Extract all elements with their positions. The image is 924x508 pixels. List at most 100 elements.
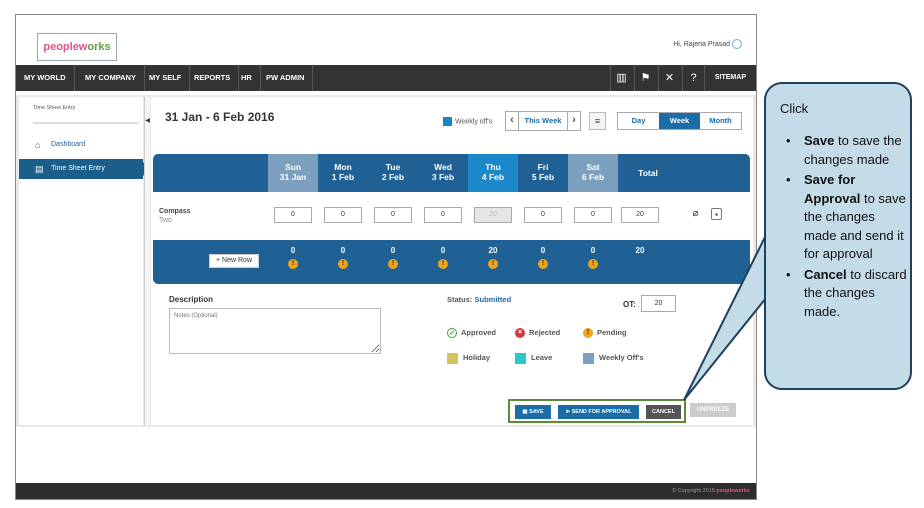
list-view-icon[interactable]: ≡ — [589, 112, 606, 130]
logo-text: peoplew — [43, 41, 88, 53]
sidebar-title: Time Sheet Entry — [33, 105, 76, 111]
view-month-button[interactable]: Month — [700, 113, 741, 129]
day-name: Fri — [537, 162, 549, 172]
legend-label: Holiday — [463, 353, 491, 362]
content-area: Time Sheet Entry ⌂ Dashboard ▤ Time Shee… — [16, 95, 756, 427]
weekly-off-label: Weekly off's — [455, 118, 493, 126]
cancel-button[interactable]: CANCEL — [646, 405, 681, 419]
user-greeting[interactable]: Hi, Rajena Prasad — [673, 41, 730, 48]
copyright-text: © Copyright 2016 — [671, 488, 715, 494]
save-button[interactable]: ▣ SAVE — [515, 405, 551, 419]
day-total-value: 0 — [590, 246, 596, 255]
nav-my-company[interactable]: MY COMPANY — [77, 65, 145, 91]
view-week-button[interactable]: Week — [659, 113, 700, 129]
table-row: Compass Two 0 0 0 0 20 0 0 20 ⌀ ▪ — [153, 192, 750, 240]
tools-icon[interactable]: ✕ — [658, 65, 680, 91]
hours-input-mon[interactable]: 0 — [324, 207, 362, 223]
total-header: Total — [638, 168, 658, 178]
day-date: 4 Feb — [481, 172, 505, 182]
this-week-button[interactable]: This Week — [525, 116, 562, 125]
day-total-value: 0 — [390, 246, 396, 255]
description-label: Description — [169, 295, 214, 304]
legend-pending: ! Pending — [583, 327, 627, 339]
footer: © Copyright 2016 peopleworks — [16, 483, 756, 499]
legend-weekly-offs: Weekly Off's — [583, 352, 644, 364]
project-label: Compass — [159, 208, 191, 215]
day-header-sun: Sun 31 Jan — [268, 154, 318, 192]
description-input[interactable] — [169, 308, 381, 354]
day-date: 31 Jan — [279, 172, 307, 182]
legend-rejected: × Rejected — [515, 327, 560, 339]
week-navigator: ‹ This Week › — [505, 111, 581, 131]
callout-keyword: Save — [804, 133, 835, 148]
sidebar: Time Sheet Entry ⌂ Dashboard ▤ Time Shee… — [19, 97, 150, 425]
hours-input-sat[interactable]: 0 — [574, 207, 612, 223]
header: peoplew orks Hi, Rajena Prasad — [16, 15, 756, 65]
day-total-wed: 0! — [418, 246, 468, 269]
logo[interactable]: peoplew orks — [37, 33, 117, 61]
legend-holiday: Holiday — [447, 352, 490, 364]
hours-input-fri[interactable]: 0 — [524, 207, 562, 223]
nav-my-world[interactable]: MY WORLD — [16, 65, 75, 91]
day-date: 1 Feb — [331, 172, 355, 182]
close-icon: × — [515, 328, 525, 339]
day-header-mon: Mon 1 Feb — [318, 154, 368, 192]
day-name: Mon — [334, 162, 352, 172]
view-day-button[interactable]: Day — [618, 113, 659, 129]
hours-input-wed[interactable]: 0 — [424, 207, 462, 223]
save-label: SAVE — [529, 409, 544, 415]
app-window: peoplew orks Hi, Rajena Prasad MY WORLD M… — [15, 14, 757, 500]
holiday-swatch — [447, 352, 458, 364]
sidebar-item-timesheet[interactable]: ▤ Time Sheet Entry — [19, 159, 150, 179]
nav-hr[interactable]: HR — [233, 65, 261, 91]
status-label: Status: — [447, 295, 473, 304]
callout-item-save-approval: Save for Approval to save the changes ma… — [786, 171, 908, 264]
ot-input[interactable]: 20 — [641, 295, 676, 312]
day-date: 2 Feb — [381, 172, 405, 182]
sheet-icon: ▤ — [35, 164, 44, 174]
leave-swatch — [515, 352, 526, 364]
hours-input-thu: 20 — [474, 207, 512, 223]
check-icon: ✓ — [447, 328, 457, 339]
help-icon[interactable]: ? — [682, 65, 704, 91]
gear-icon[interactable] — [732, 39, 742, 49]
legend-label: Pending — [597, 328, 627, 337]
unfreeze-button[interactable]: UNFREEZE — [690, 403, 736, 417]
day-total-tue: 0! — [368, 246, 418, 269]
comment-icon[interactable]: ▪ — [711, 208, 722, 220]
callout-item-cancel: Cancel to discard the changes made. — [786, 266, 908, 322]
day-total-value: 0 — [290, 246, 296, 255]
day-date: 5 Feb — [531, 172, 555, 182]
chevron-right-icon[interactable]: › — [567, 112, 580, 130]
nav-pw-admin[interactable]: PW ADMIN — [258, 65, 314, 91]
task-label: Two — [159, 217, 172, 224]
sidebar-collapse-handle[interactable]: ◀ — [144, 97, 150, 425]
new-row-button[interactable]: + New Row — [209, 254, 259, 268]
hours-input-sun[interactable]: 0 — [274, 207, 312, 223]
book-icon[interactable]: ▥ — [610, 65, 632, 91]
nav-my-self[interactable]: MY SELF — [141, 65, 191, 91]
day-total-value: 0 — [340, 246, 346, 255]
chevron-left-icon[interactable]: ‹ — [506, 112, 519, 130]
pending-icon: ! — [388, 259, 398, 269]
pending-icon: ! — [438, 259, 448, 269]
nav-sitemap[interactable]: SITEMAP — [703, 65, 756, 91]
action-buttons-highlight: ▣ SAVE ➤ SEND FOR APPROVAL CANCEL — [508, 399, 686, 423]
grid-footer: + New Row 0! 0! 0! 0! 20! 0! 0! 20 — [153, 240, 750, 284]
day-total-value: 0 — [440, 246, 446, 255]
send-for-approval-button[interactable]: ➤ SEND FOR APPROVAL — [558, 405, 639, 419]
pending-icon: ! — [338, 259, 348, 269]
sidebar-divider — [33, 122, 139, 124]
pin-icon[interactable]: ⚑ — [634, 65, 656, 91]
view-toggle: Day Week Month — [617, 112, 742, 130]
attachment-icon[interactable]: ⌀ — [690, 208, 701, 220]
day-date: 6 Feb — [581, 172, 605, 182]
hours-input-tue[interactable]: 0 — [374, 207, 412, 223]
callout-list: Save to save the changes made Save for A… — [786, 132, 908, 323]
day-total-value: 0 — [540, 246, 546, 255]
day-name: Tue — [385, 162, 401, 172]
nav-reports[interactable]: REPORTS — [186, 65, 240, 91]
sidebar-item-dashboard[interactable]: ⌂ Dashboard — [19, 135, 143, 155]
callout-title: Click — [780, 101, 809, 116]
day-header-sat: Sat 6 Feb — [568, 154, 618, 192]
